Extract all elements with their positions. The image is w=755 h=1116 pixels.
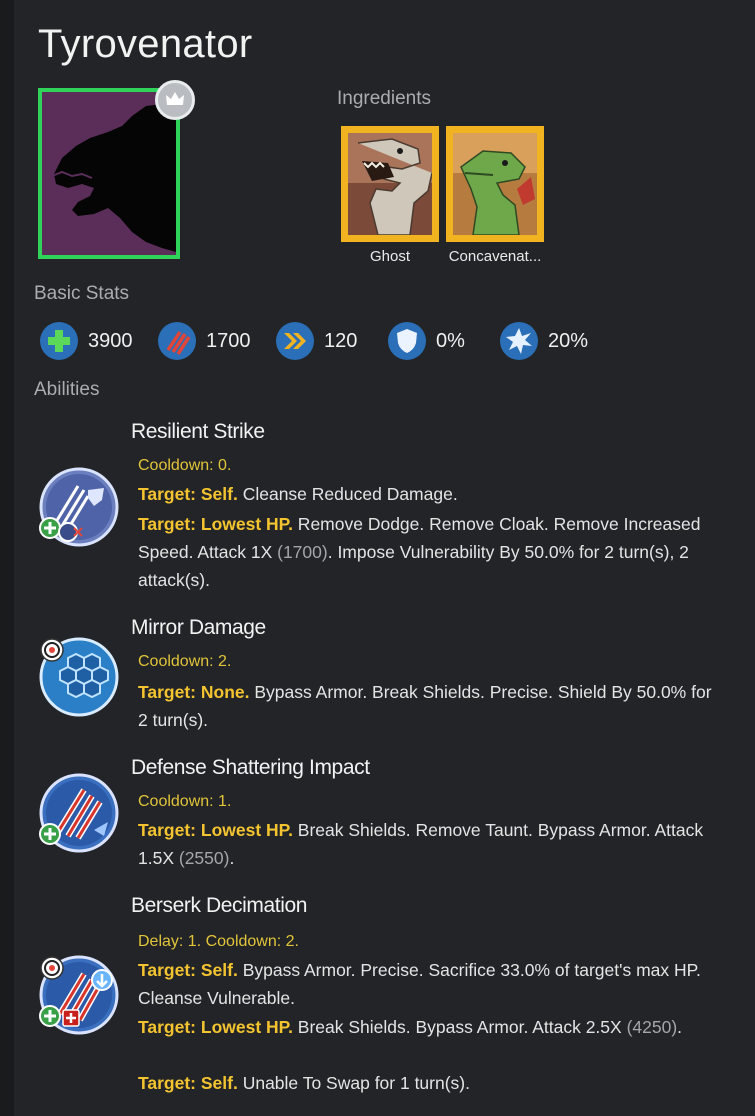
- ability-name: Berserk Decimation: [131, 894, 308, 917]
- ability-target: Target: Lowest HP.: [138, 1017, 293, 1037]
- ability-effect-line: Target: Self. Unable To Swap for 1 turn(…: [138, 1069, 718, 1097]
- ability-target: Target: Lowest HP.: [138, 514, 293, 534]
- abilities-label: Abilities: [34, 379, 100, 400]
- stat-crit-value: 20%: [548, 329, 589, 352]
- creature-detail-page: Tyrovenator Ingredients Ghost Concavenat…: [0, 0, 755, 1116]
- ability-cooldown: Cooldown: 0.: [138, 457, 232, 474]
- ability-effect-text: Break Shields. Bypass Armor. Attack 2.5X: [292, 1017, 627, 1037]
- ability-name: Mirror Damage: [131, 616, 266, 639]
- ability-damage-value: (2550): [178, 848, 230, 868]
- ability-cooldown: Cooldown: 2.: [138, 653, 232, 670]
- ability-effect-text: Cleanse Reduced Damage.: [237, 484, 458, 504]
- ability-cooldown: Delay: 1. Cooldown: 2.: [138, 933, 299, 950]
- defense-shattering-impact-icon[interactable]: [38, 772, 120, 854]
- stat-health: 3900: [40, 321, 133, 361]
- resilient-strike-icon[interactable]: [38, 466, 120, 548]
- basic-stats-label: Basic Stats: [34, 283, 130, 304]
- damage-claw-icon: [158, 322, 196, 360]
- dino-silhouette: [42, 92, 176, 255]
- ability-damage-value: (4250): [626, 1017, 678, 1037]
- ingredients-label: Ingredients: [337, 88, 432, 109]
- ghost-dino-portrait: [348, 133, 432, 235]
- mirror-damage-icon[interactable]: [38, 636, 120, 718]
- ability-name: Resilient Strike: [131, 420, 265, 443]
- ability-effect-line: Target: None. Bypass Armor. Break Shield…: [138, 678, 718, 734]
- ability-effect-line: Target: Self. Bypass Armor. Precise. Sac…: [138, 956, 718, 1012]
- crown-icon: [166, 92, 184, 105]
- stat-armor-value: 0%: [436, 329, 465, 352]
- concavenator-portrait: [453, 133, 537, 235]
- stat-speed-value: 120: [324, 329, 358, 352]
- crit-burst-icon: [500, 322, 538, 360]
- ability-target: Target: Self.: [138, 1073, 238, 1093]
- creature-title: Tyrovenator: [38, 22, 253, 66]
- ingredient-name-concavenator: Concavenat...: [448, 248, 542, 265]
- berserk-decimation-icon[interactable]: [38, 954, 120, 1036]
- ingredient-name-ghost: Ghost: [369, 248, 411, 265]
- ability-target: Target: Self.: [138, 484, 238, 504]
- ability-effect-line: Target: Lowest HP. Break Shields. Remove…: [138, 816, 718, 872]
- ability-target: Target: Lowest HP.: [138, 820, 293, 840]
- ability-effect-tail: .: [229, 848, 235, 868]
- ability-target: Target: Self.: [138, 960, 238, 980]
- stat-damage-value: 1700: [206, 329, 251, 352]
- stat-armor: 0%: [388, 321, 465, 361]
- speed-chevron-icon: [276, 322, 314, 360]
- stat-speed: 120: [276, 321, 357, 361]
- ability-cooldown: Cooldown: 1.: [138, 793, 232, 810]
- stat-damage: 1700: [158, 321, 251, 361]
- stat-health-value: 3900: [88, 329, 133, 352]
- ability-damage-value: (1700): [277, 542, 328, 562]
- ability-effect-line: Target: Lowest HP. Break Shields. Bypass…: [138, 1013, 718, 1041]
- ability-name: Defense Shattering Impact: [131, 756, 370, 779]
- ability-effect-tail: .: [677, 1017, 683, 1037]
- armor-shield-icon: [388, 322, 426, 360]
- health-plus-icon: [40, 322, 78, 360]
- ability-effect-line: Target: Lowest HP. Remove Dodge. Remove …: [138, 510, 718, 594]
- ability-effect-line: Target: Self. Cleanse Reduced Damage.: [138, 480, 718, 508]
- stat-crit: 20%: [500, 321, 588, 361]
- rarity-badge: [155, 80, 195, 120]
- ability-effect-text: Unable To Swap for 1 turn(s).: [237, 1073, 470, 1093]
- ingredient-card-concavenator[interactable]: [446, 126, 544, 242]
- ability-target: Target: None.: [138, 682, 250, 702]
- ingredient-card-ghost[interactable]: [341, 126, 439, 242]
